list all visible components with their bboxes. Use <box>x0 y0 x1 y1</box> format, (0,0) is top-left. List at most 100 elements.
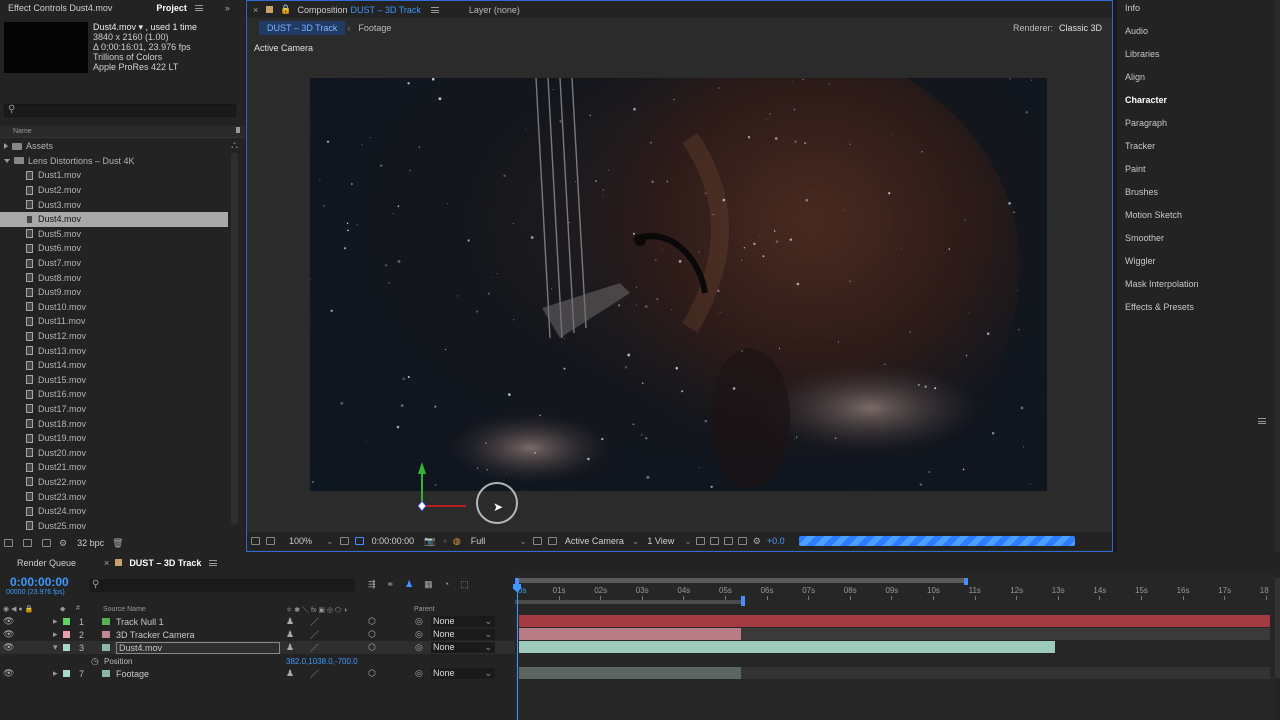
file-row[interactable]: Dust14.mov <box>0 358 228 373</box>
layer-color-label[interactable] <box>63 618 70 625</box>
frame-blend-icon[interactable]: ▦ <box>424 579 433 590</box>
motion-blur-icon[interactable]: ◔ <box>444 579 449 590</box>
panel-item-mask-interpolation[interactable]: Mask Interpolation <box>1117 272 1280 295</box>
zoom-select[interactable]: 100% <box>289 536 312 546</box>
file-row[interactable]: Dust21.mov <box>0 460 228 475</box>
dust-layer-bar[interactable] <box>519 641 1055 653</box>
quality-switch-icon[interactable]: ／ <box>310 628 319 641</box>
interpret-footage-icon[interactable] <box>4 539 13 547</box>
flowchart-toggle-icon[interactable] <box>737 537 747 545</box>
character-menu-icon[interactable] <box>1258 417 1266 424</box>
footage-layer-bar[interactable] <box>519 667 741 679</box>
new-folder-icon[interactable] <box>23 539 32 547</box>
3d-layer-icon[interactable]: ⬡ <box>368 616 376 627</box>
layer-name[interactable]: 3D Tracker Camera <box>116 630 195 640</box>
composition-viewer[interactable] <box>310 78 1047 491</box>
vr-icon[interactable] <box>266 537 275 545</box>
exposure-reset-icon[interactable]: ⚙ <box>753 536 761 547</box>
playhead-line[interactable] <box>517 582 518 720</box>
file-row[interactable]: Dust5.mov <box>0 227 228 242</box>
null-layer-bar[interactable] <box>519 615 1270 627</box>
pickwhip-icon[interactable]: ◎ <box>415 668 423 679</box>
layer-color-label[interactable] <box>63 644 70 651</box>
tab-effect-controls[interactable]: Effect Controls Dust4.mov <box>8 3 112 13</box>
tab-composition[interactable]: Composition <box>297 5 347 15</box>
tab-layer[interactable]: Layer (none) <box>469 5 520 15</box>
pickwhip-icon[interactable]: ◎ <box>415 642 423 653</box>
panel-item-brushes[interactable]: Brushes <box>1117 180 1280 203</box>
eye-icon[interactable]: 👁 <box>3 642 14 653</box>
file-row[interactable]: Dust10.mov <box>0 300 228 315</box>
tab-project[interactable]: Project <box>156 3 187 13</box>
shy-switch-icon[interactable]: ♟ <box>286 616 294 627</box>
right-scrollbar[interactable] <box>1274 0 1280 552</box>
bpc-button[interactable]: 32 bpc <box>77 538 104 548</box>
file-row[interactable]: Dust15.mov <box>0 373 228 388</box>
panel-item-audio[interactable]: Audio <box>1117 19 1280 42</box>
parent-select[interactable]: None ⌄ <box>431 616 495 627</box>
panel-item-info[interactable]: Info <box>1117 0 1280 19</box>
timeline-icon[interactable] <box>723 537 733 545</box>
panel-item-paragraph[interactable]: Paragraph <box>1117 111 1280 134</box>
new-comp-icon[interactable] <box>42 539 51 547</box>
breadcrumb-comp[interactable]: DUST – 3D Track <box>259 21 346 35</box>
current-time[interactable]: 0:00:00:00 <box>10 575 69 589</box>
panel-item-libraries[interactable]: Libraries <box>1117 42 1280 65</box>
parent-select[interactable]: None ⌄ <box>431 668 495 679</box>
fit-icon[interactable] <box>339 537 349 545</box>
expand-layer-icon[interactable]: ▸ <box>53 668 58 679</box>
file-row[interactable]: Dust23.mov <box>0 489 228 504</box>
panel-item-align[interactable]: Align <box>1117 65 1280 88</box>
file-row[interactable]: Dust18.mov <box>0 416 228 431</box>
views-select[interactable]: 1 View <box>647 536 674 546</box>
expand-layer-icon[interactable]: ▸ <box>53 629 58 640</box>
comp-flowchart-icon[interactable]: ⇶ <box>368 579 376 590</box>
file-row[interactable]: Dust4.mov <box>0 211 228 227</box>
file-row[interactable]: Dust2.mov <box>0 183 228 198</box>
toggle-pixel-icon[interactable] <box>695 537 705 545</box>
panel-item-character[interactable]: Character <box>1117 88 1280 111</box>
timeline-menu-icon[interactable] <box>209 559 218 566</box>
folder-row[interactable]: Lens Distortions – Dust 4K <box>0 154 228 169</box>
folder-row[interactable]: Assets <box>0 139 228 154</box>
file-row[interactable]: Dust16.mov <box>0 387 228 402</box>
file-row[interactable]: Dust22.mov <box>0 475 228 490</box>
file-row[interactable]: Dust24.mov <box>0 504 228 519</box>
flowchart-icon[interactable]: ⛬ <box>231 140 238 151</box>
resolution-chevron-icon[interactable]: ⌄ <box>519 536 527 547</box>
draft-3d-icon[interactable]: ⚭ <box>387 579 395 590</box>
camera-snapshot-icon[interactable]: 📷 <box>424 536 435 547</box>
work-area-end[interactable] <box>964 578 968 585</box>
parent-select[interactable]: None ⌄ <box>431 629 495 640</box>
transparency-grid-icon[interactable] <box>547 537 557 545</box>
axis-gizmo[interactable] <box>416 462 466 512</box>
region-icon[interactable] <box>354 537 364 545</box>
layer-color-label[interactable] <box>63 670 70 677</box>
timeline-close-icon[interactable]: × <box>104 558 109 568</box>
panel-item-smoother[interactable]: Smoother <box>1117 226 1280 249</box>
quality-switch-icon[interactable]: ／ <box>310 641 319 654</box>
layer-name[interactable]: Footage <box>116 669 149 679</box>
expand-layer-icon[interactable]: ▸ <box>53 616 58 627</box>
shy-switch-icon[interactable]: ♟ <box>286 668 294 679</box>
layer-name[interactable]: Track Null 1 <box>116 617 164 627</box>
show-snapshot-icon[interactable]: ⚬ <box>441 536 449 547</box>
collapse-layer-icon[interactable]: ▾ <box>53 642 58 653</box>
views-chevron-icon[interactable]: ⌄ <box>684 536 692 547</box>
camera-chevron-icon[interactable]: ⌄ <box>632 536 640 547</box>
shy-icon[interactable]: ♟ <box>405 579 413 590</box>
shy-switch-icon[interactable]: ♟ <box>286 642 294 653</box>
camera-select[interactable]: Active Camera <box>565 536 624 546</box>
panel-item-wiggler[interactable]: Wiggler <box>1117 249 1280 272</box>
layer-name[interactable]: Dust4.mov <box>116 641 280 654</box>
always-preview-icon[interactable] <box>251 537 260 545</box>
panel-item-tracker[interactable]: Tracker <box>1117 134 1280 157</box>
resolution-select[interactable]: Full <box>471 536 486 546</box>
quality-switch-icon[interactable]: ／ <box>310 667 319 680</box>
3d-layer-icon[interactable]: ⬡ <box>368 642 376 653</box>
expand-icon[interactable]: » <box>225 3 230 13</box>
close-icon[interactable]: × <box>253 5 258 15</box>
file-row[interactable]: Dust11.mov <box>0 314 228 329</box>
file-row[interactable]: Dust12.mov <box>0 329 228 344</box>
position-value[interactable]: 382.0,1038.0,-700.0 <box>286 657 358 666</box>
